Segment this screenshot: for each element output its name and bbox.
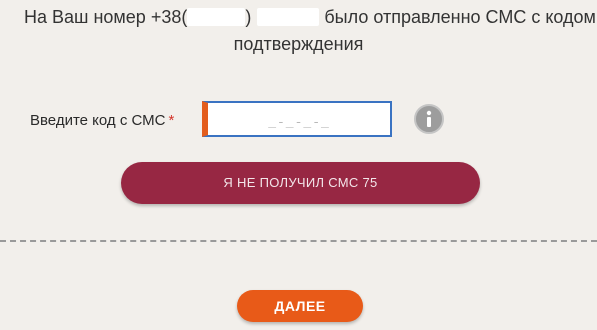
notice-prefix: На Ваш номер +38( [24, 7, 188, 27]
info-icon[interactable] [414, 104, 444, 134]
dashed-divider [0, 240, 597, 242]
resend-sms-button[interactable]: Я НЕ ПОЛУЧИЛ СМС 75 [121, 162, 480, 204]
sms-code-row: Введите код с СМС * [0, 100, 597, 142]
notice-line2: подтверждения [233, 34, 364, 54]
phone-number-redacted [257, 8, 320, 26]
sms-code-label: Введите код с СМС * [30, 112, 174, 130]
notice-paren-close: ) [245, 7, 252, 27]
required-asterisk: * [168, 112, 175, 129]
sms-notice: На Ваш номер +38() было отправленно СМС … [0, 0, 597, 60]
notice-line1: На Ваш номер +38() было отправленно СМС … [24, 6, 596, 28]
phone-code-redacted [187, 8, 246, 26]
sms-code-label-text: Введите код с СМС [30, 112, 166, 129]
info-glyph [426, 110, 432, 127]
notice-suffix: было отправленно СМС с кодом [324, 7, 596, 27]
sms-code-input[interactable] [202, 101, 392, 137]
next-button[interactable]: ДАЛЕЕ [237, 290, 363, 322]
